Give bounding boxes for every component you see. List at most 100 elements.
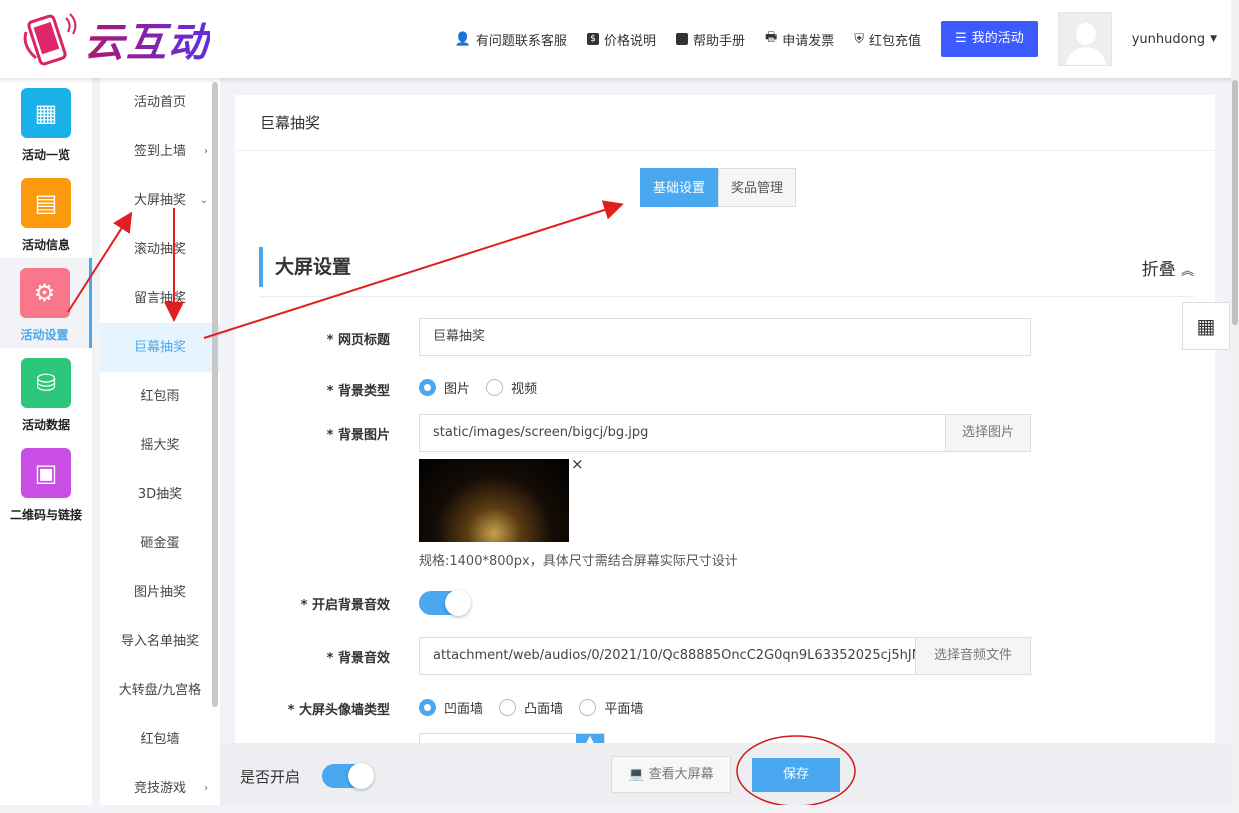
chevron-right-icon: › xyxy=(204,146,208,157)
sidebar-label: 二维码与链接 xyxy=(9,508,82,522)
avatar[interactable] xyxy=(1057,12,1112,66)
icon-sidebar: ▦ 活动一览 ▤ 活动信息 ⚙ 活动设置 ⛁ 活动数据 ▣ 二维码与链接 xyxy=(0,78,92,805)
field-label: * 背景音效 xyxy=(326,651,390,666)
sidebar-item-activity-info[interactable]: ▤ 活动信息 xyxy=(0,168,92,258)
subnav-label: 巨幕抽奖 xyxy=(133,340,186,355)
input-value: static/images/screen/bigcj/bg.jpg xyxy=(433,425,649,440)
bg-image-input[interactable]: static/images/screen/bigcj/bg.jpg 选择图片 xyxy=(419,414,1031,452)
choose-audio-button[interactable]: 选择音频文件 xyxy=(915,638,1030,674)
button-label: 查看大屏幕 xyxy=(648,767,714,782)
nav-contact-support[interactable]: 👤 有问题联系客服 xyxy=(455,30,567,49)
sidebar-label: 活动设置 xyxy=(20,328,69,342)
subnav-label: 砸金蛋 xyxy=(140,536,180,551)
field-label: * 背景类型 xyxy=(326,384,390,399)
radio-circle xyxy=(499,699,517,716)
bottom-action-bar: 是否开启 💻 查看大屏幕 保存 xyxy=(220,743,1231,805)
choose-image-button[interactable]: 选择图片 xyxy=(945,415,1030,451)
radio-concave[interactable]: 凹面墙 xyxy=(419,698,483,717)
user-menu[interactable]: yunhudong ▼ xyxy=(1132,32,1217,47)
collapse-label: 折叠 xyxy=(1141,260,1176,280)
radio-flat[interactable]: 平面墙 xyxy=(579,698,643,717)
enable-toggle[interactable] xyxy=(322,763,374,789)
nav-invoice[interactable]: 🖶 申请发票 xyxy=(765,28,834,50)
subnav-label: 红包墙 xyxy=(140,732,180,747)
bg-music-input[interactable]: attachment/web/audios/0/2021/10/Qc88885O… xyxy=(419,637,1031,675)
top-header: 云互动 👤 有问题联系客服 $ 价格说明 帮助手册 🖶 申请发票 ⛨ 红包充值 ☰ 我的活… xyxy=(0,0,1239,78)
logo-text: 云互动 xyxy=(84,10,210,68)
subnav-item[interactable]: 大屏抽奖 ⌄ xyxy=(100,176,220,225)
subnav-label: 大转盘/九宫格 xyxy=(118,683,202,698)
subnav-label: 签到上墙 xyxy=(133,144,186,159)
nav-redpacket-recharge[interactable]: ⛨ 红包充值 xyxy=(854,30,921,49)
subnav-label: 红包雨 xyxy=(140,389,180,404)
nav-pricing[interactable]: $ 价格说明 xyxy=(586,30,656,49)
subnav-item[interactable]: 导入名单抽奖 xyxy=(100,617,220,666)
subnav-item[interactable]: 滚动抽奖 xyxy=(100,225,220,274)
scroll-thumb[interactable] xyxy=(1232,80,1238,325)
tab-basic-settings[interactable]: 基础设置 xyxy=(640,168,719,207)
subnav-label: 导入名单抽奖 xyxy=(120,634,199,649)
logo[interactable]: 云互动 xyxy=(22,10,210,68)
chevron-right-icon: › xyxy=(204,783,208,794)
radio-circle xyxy=(419,699,436,716)
section-title: 大屏设置 xyxy=(259,247,351,287)
laptop-icon: 💻 xyxy=(628,767,645,782)
subnav-label: 图片抽奖 xyxy=(133,585,186,600)
panel-title: 巨幕抽奖 xyxy=(235,95,1215,151)
tab-prize-management[interactable]: 奖品管理 xyxy=(718,168,797,207)
chevron-down-icon: ⌄ xyxy=(199,195,208,206)
radio-convex[interactable]: 凸面墙 xyxy=(499,698,563,717)
subnav-item[interactable]: 签到上墙 › xyxy=(100,127,220,176)
sidebar-label: 活动信息 xyxy=(21,238,70,252)
username: yunhudong xyxy=(1131,31,1206,47)
subnav-item[interactable]: 竞技游戏 › xyxy=(100,764,220,813)
close-icon[interactable]: × xyxy=(571,455,584,473)
qrcode-icon: ▣ xyxy=(21,448,71,498)
subnav-item[interactable]: 图片抽奖 xyxy=(100,568,220,617)
sidebar-item-activity-settings[interactable]: ⚙ 活动设置 xyxy=(0,258,92,348)
subnav-item[interactable]: 留言抽奖 xyxy=(100,274,220,323)
sidebar-label: 活动一览 xyxy=(21,148,70,162)
radio-label: 凹面墙 xyxy=(444,702,484,717)
radio-label: 视频 xyxy=(511,382,538,397)
gear-icon: ⚙ xyxy=(19,268,70,318)
subnav-item[interactable]: 大转盘/九宫格 xyxy=(100,666,220,715)
radio-label: 平面墙 xyxy=(604,702,644,717)
page-scrollbar[interactable] xyxy=(1231,0,1239,805)
printer-icon: 🖶 xyxy=(764,30,778,45)
subnav-item-active[interactable]: 巨幕抽奖 xyxy=(100,323,220,372)
database-icon: ⛁ xyxy=(21,358,71,408)
field-label: * 开启背景音效 xyxy=(300,598,390,613)
user-plus-icon: 👤 xyxy=(454,31,471,47)
subnav-item[interactable]: 3D抽奖 xyxy=(100,470,220,519)
my-activity-button[interactable]: ☰ 我的活动 xyxy=(941,21,1038,57)
radio-image[interactable]: 图片 xyxy=(419,378,470,397)
collapse-button[interactable]: 折叠 ︽ xyxy=(1142,255,1194,280)
page-title-input[interactable]: 巨幕抽奖 xyxy=(419,318,1031,356)
qrcode-float-button[interactable]: ▦ xyxy=(1182,302,1230,350)
sidebar-item-qrcode[interactable]: ▣ 二维码与链接 xyxy=(0,438,92,528)
nav-label: 申请发票 xyxy=(782,33,835,49)
subnav-item[interactable]: 砸金蛋 xyxy=(100,519,220,568)
subnav-label: 滚动抽奖 xyxy=(133,242,186,257)
subnav-scrollbar[interactable] xyxy=(212,82,218,707)
view-screen-button[interactable]: 💻 查看大屏幕 xyxy=(611,756,731,793)
bg-image-preview xyxy=(419,459,569,542)
bg-music-toggle[interactable] xyxy=(419,590,471,616)
subnav-item[interactable]: 摇大奖 xyxy=(100,421,220,470)
radio-video[interactable]: 视频 xyxy=(486,378,537,397)
button-label: 我的活动 xyxy=(971,31,1024,46)
caret-down-icon: ▼ xyxy=(1210,34,1217,44)
nav-help[interactable]: 帮助手册 xyxy=(675,30,745,49)
field-label: * 背景图片 xyxy=(326,428,390,443)
radio-label: 图片 xyxy=(444,382,471,397)
subnav-item[interactable]: 活动首页 xyxy=(100,78,220,127)
save-button[interactable]: 保存 xyxy=(752,758,840,792)
grid-icon: ▦ xyxy=(21,88,71,138)
radio-label: 凸面墙 xyxy=(524,702,564,717)
sidebar-item-activity-data[interactable]: ⛁ 活动数据 xyxy=(0,348,92,438)
subnav-item[interactable]: 红包雨 xyxy=(100,372,220,421)
subnav-item[interactable]: 红包墙 xyxy=(100,715,220,764)
sub-sidebar: 活动首页 签到上墙 › 大屏抽奖 ⌄ 滚动抽奖 留言抽奖 巨幕抽奖 红包雨 摇大奖 … xyxy=(100,78,220,805)
sidebar-item-activity-list[interactable]: ▦ 活动一览 xyxy=(0,78,92,168)
